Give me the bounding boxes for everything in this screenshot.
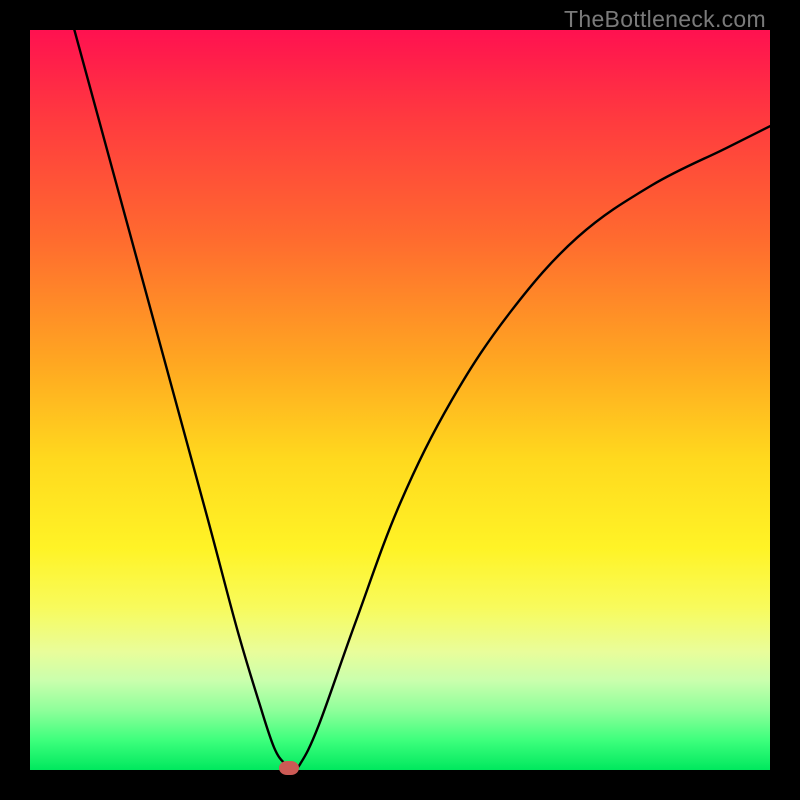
chart-frame: TheBottleneck.com	[0, 0, 800, 800]
bottleneck-curve	[30, 30, 770, 770]
plot-area	[30, 30, 770, 770]
watermark-text: TheBottleneck.com	[564, 6, 766, 33]
optimal-point-marker	[279, 761, 299, 775]
